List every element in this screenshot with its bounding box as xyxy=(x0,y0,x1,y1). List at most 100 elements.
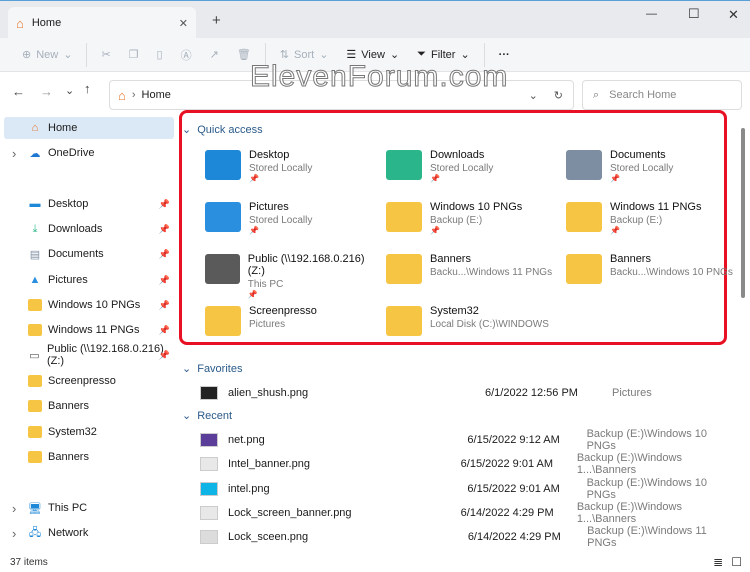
item-location: Backu...\Windows 10 PNGs xyxy=(610,267,733,278)
quick-access-item[interactable]: Screenpresso Pictures xyxy=(205,302,380,350)
pin-icon[interactable]: 📌 xyxy=(159,249,170,260)
folder-icon xyxy=(566,254,602,284)
cut-button[interactable]: ✂ xyxy=(93,41,118,69)
favorites-header[interactable]: ⌄ Favorites xyxy=(182,362,243,376)
pin-icon[interactable]: 📌 xyxy=(159,199,170,210)
file-name-cell: intel.png xyxy=(200,481,467,496)
sidebar-item[interactable]: System32 xyxy=(4,421,174,443)
file-row[interactable]: intel.png 6/15/2022 9:01 AM Backup (E:)\Wi… xyxy=(200,477,730,501)
quick-access-item[interactable]: Pictures Stored Locally 📌 xyxy=(205,198,380,246)
item-location: This PC xyxy=(247,279,284,290)
quick-access-item[interactable]: Banners Backu...\Windows 10 PNGs xyxy=(566,250,741,298)
close-tab-button[interactable]: ✕ xyxy=(179,17,188,30)
sidebar-item[interactable]: Banners xyxy=(4,395,174,417)
scrollbar[interactable] xyxy=(740,112,746,552)
sidebar-item[interactable]: Windows 11 PNGs 📌 xyxy=(4,319,174,341)
item-name: Windows 10 PNGs xyxy=(430,201,523,213)
sidebar-item-label: Public (\\192.168.0.216) (Z:) xyxy=(46,343,164,367)
pin-icon[interactable]: 📌 xyxy=(159,350,170,361)
file-name: Lock_sceen.png xyxy=(228,531,309,544)
quick-access-item[interactable]: Windows 10 PNGs Backup (E:) 📌 xyxy=(386,198,561,246)
file-row[interactable]: Intel_banner.png 6/15/2022 9:01 AM Backup … xyxy=(200,452,730,476)
quick-access-item[interactable]: System32 Local Disk (C:)\WINDOWS xyxy=(386,302,561,350)
sidebar-item[interactable]: › 🖧 Network xyxy=(4,522,174,544)
sidebar-item[interactable]: ⌂ Home xyxy=(4,117,174,139)
network-drive-icon: ▭ xyxy=(29,349,40,362)
quick-access-item[interactable]: Downloads Stored Locally 📌 xyxy=(386,146,561,194)
item-location: Stored Locally xyxy=(610,163,674,174)
tiles-view-button[interactable]: ☐ xyxy=(731,555,742,569)
sidebar-item[interactable]: ⤓ Downloads 📌 xyxy=(4,218,174,240)
file-date: 6/14/2022 4:29 PM xyxy=(460,506,554,519)
favorites-title: Favorites xyxy=(197,362,243,375)
tab-home[interactable]: ⌂ Home ✕ xyxy=(8,7,196,39)
new-button[interactable]: ⊕ New ⌄ xyxy=(14,41,80,69)
breadcrumb-home[interactable]: Home xyxy=(142,89,171,101)
forward-button[interactable]: → xyxy=(40,84,53,99)
item-location: Backup (E:) xyxy=(610,215,663,226)
sidebar-item-label: Windows 11 PNGs xyxy=(48,324,140,336)
item-name: Screenpresso xyxy=(249,305,317,317)
pin-icon[interactable]: 📌 xyxy=(159,325,170,336)
item-location: Backup (E:) xyxy=(430,215,483,226)
file-row[interactable]: Lock_screen_banner.png 6/14/2022 4:29 PM B… xyxy=(200,500,730,525)
sidebar-item[interactable]: ▭ Public (\\192.168.0.216) (Z:) 📌 xyxy=(4,343,174,367)
new-tab-button[interactable]: + xyxy=(212,12,221,29)
up-button[interactable]: ↑ xyxy=(84,81,91,96)
details-view-button[interactable]: ≣ xyxy=(713,555,723,569)
clipboard-icon: ▯ xyxy=(156,49,163,61)
address-dropdown-button[interactable]: ⌄ xyxy=(529,89,538,102)
file-row[interactable]: net.png 6/15/2022 9:12 AM Backup (E:)\Wind… xyxy=(200,428,730,452)
share-button[interactable]: ↗ xyxy=(202,41,227,69)
rename-button[interactable]: Ⓐ xyxy=(173,41,200,69)
close-window-button[interactable]: ✕ xyxy=(728,7,739,23)
image-thumbnail-icon xyxy=(200,505,218,520)
quick-access-item[interactable]: Windows 11 PNGs Backup (E:) 📌 xyxy=(566,198,741,246)
sidebar-item[interactable]: Banners xyxy=(4,446,174,468)
quick-access-item[interactable]: Banners Backu...\Windows 11 PNGs xyxy=(386,250,561,298)
recent-header[interactable]: ⌄ Recent xyxy=(182,409,233,423)
sidebar-item[interactable]: ▲ Pictures 📌 xyxy=(4,269,174,291)
file-location: Backup (E:)\Windows 10 PNGs xyxy=(586,428,708,452)
item-text: Desktop Stored Locally 📌 xyxy=(249,146,312,194)
minimize-button[interactable]: — xyxy=(646,8,657,20)
file-row[interactable]: Lock_sceen.png 6/14/2022 4:29 PM Backup (E… xyxy=(200,525,730,549)
refresh-button[interactable]: ↻ xyxy=(554,89,563,102)
quick-access-item[interactable]: Desktop Stored Locally 📌 xyxy=(205,146,380,194)
quick-access-item[interactable]: Documents Stored Locally 📌 xyxy=(566,146,741,194)
sidebar-item[interactable]: › ☁ OneDrive xyxy=(4,142,174,164)
chevron-right-icon[interactable]: › xyxy=(12,501,16,516)
pin-icon[interactable]: 📌 xyxy=(159,275,170,286)
item-text: Windows 10 PNGs Backup (E:) 📌 xyxy=(430,198,522,246)
paste-button[interactable]: ▯ xyxy=(149,41,171,69)
search-input[interactable]: ⌕ Search Home xyxy=(582,80,742,110)
sidebar-item[interactable]: Windows 10 PNGs 📌 xyxy=(4,294,174,316)
home-icon: ⌂ xyxy=(16,15,24,31)
sidebar-item-label: Windows 10 PNGs xyxy=(48,299,141,311)
item-location: Local Disk (C:)\WINDOWS xyxy=(430,319,549,330)
pin-icon[interactable]: 📌 xyxy=(159,224,170,235)
item-text: Screenpresso Pictures xyxy=(249,302,317,350)
maximize-button[interactable]: ☐ xyxy=(688,6,700,22)
sidebar-item[interactable]: ▬ Desktop 📌 xyxy=(4,193,174,215)
sidebar-item-label: Desktop xyxy=(48,198,89,210)
sidebar-item[interactable]: ▤ Documents 📌 xyxy=(4,243,174,265)
image-thumbnail-icon xyxy=(200,433,218,447)
quick-access-item[interactable]: Public (\\192.168.0.216) (Z:) This PC 📌 xyxy=(205,250,380,299)
folder-icon xyxy=(28,426,42,438)
file-row[interactable]: alien_shush.png 6/1/2022 12:56 PM Pictures xyxy=(200,382,730,404)
file-date: 6/15/2022 9:01 AM xyxy=(467,482,560,495)
sidebar-item[interactable]: Screenpresso xyxy=(4,370,174,392)
item-name: Public (\\192.168.0.216) (Z:) xyxy=(247,253,365,277)
item-name: Pictures xyxy=(249,201,289,213)
chevron-right-icon[interactable]: › xyxy=(12,526,16,541)
file-location: Backup (E:)\Windows 1...\Banners xyxy=(576,500,682,525)
sidebar-item[interactable]: › 🖥 This PC xyxy=(4,497,174,519)
back-button[interactable]: ← xyxy=(12,84,25,99)
copy-button[interactable]: ❐ xyxy=(121,41,147,69)
chevron-right-icon[interactable]: › xyxy=(12,146,16,161)
scrollbar-thumb[interactable] xyxy=(741,128,745,298)
recent-locations-button[interactable]: ⌄ xyxy=(65,84,74,97)
recent-title: Recent xyxy=(197,409,233,422)
pin-icon[interactable]: 📌 xyxy=(159,300,170,311)
